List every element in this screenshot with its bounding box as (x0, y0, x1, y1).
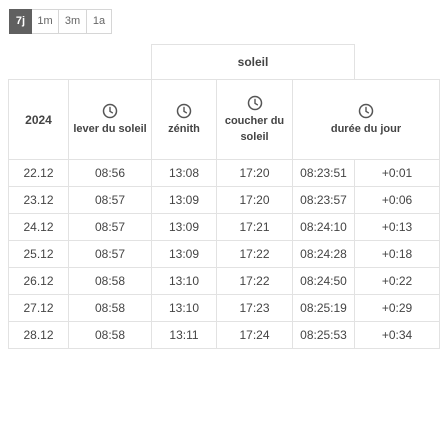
cell-delta: +0:22 (354, 267, 440, 295)
cell-delta: +0:06 (354, 186, 440, 214)
cell-daylength: 08:24:28 (292, 240, 355, 268)
clock-icon (102, 103, 118, 119)
empty-cell (69, 45, 152, 80)
col-header-daylength: durée du jour (292, 79, 440, 160)
table-row: 25.12 08:57 13:09 17:22 08:24:28 +0:18 (8, 240, 440, 268)
cell-delta: +0:34 (354, 321, 440, 349)
table-row: 28.12 08:58 13:11 17:24 08:25:53 +0:34 (8, 321, 440, 349)
table-row: 23.12 08:57 13:09 17:20 08:23:57 +0:06 (8, 186, 440, 214)
cell-zenith: 13:10 (151, 294, 217, 322)
cell-sunset: 17:24 (216, 321, 293, 349)
cell-sunrise: 08:58 (68, 267, 152, 295)
cell-zenith: 13:08 (151, 159, 217, 187)
table-row: 26.12 08:58 13:10 17:22 08:24:50 +0:22 (8, 267, 440, 295)
cell-sunset: 17:22 (216, 267, 293, 295)
table-group-header-row: soleil (9, 44, 440, 80)
table-header-row: 2024 lever du soleil zénith coucher du s… (8, 79, 440, 160)
cell-sunset: 17:20 (216, 159, 293, 187)
cell-sunrise: 08:58 (68, 294, 152, 322)
sun-times-table: soleil 2024 lever du soleil zénith couch… (8, 44, 440, 349)
col-header-sunrise: lever du soleil (68, 79, 152, 160)
cell-zenith: 13:09 (151, 213, 217, 241)
cell-sunrise: 08:57 (68, 186, 152, 214)
cell-daylength: 08:24:50 (292, 267, 355, 295)
cell-delta: +0:13 (354, 213, 440, 241)
table-body: 22.12 08:56 13:08 17:20 08:23:51 +0:01 2… (8, 159, 440, 349)
table-row: 24.12 08:57 13:09 17:21 08:24:10 +0:13 (8, 213, 440, 241)
tab-1m[interactable]: 1m (32, 9, 59, 34)
col-label-sunrise: lever du soleil (73, 122, 147, 135)
col-header-sunset: coucher du soleil (216, 79, 293, 160)
cell-date: 26.12 (8, 267, 69, 295)
cell-zenith: 13:09 (151, 186, 217, 214)
empty-cell (355, 45, 440, 80)
cell-delta: +0:18 (354, 240, 440, 268)
col-header-zenith: zénith (151, 79, 217, 160)
cell-zenith: 13:10 (151, 267, 217, 295)
clock-icon (358, 103, 374, 119)
tab-1a[interactable]: 1a (87, 9, 112, 34)
cell-sunrise: 08:56 (68, 159, 152, 187)
cell-daylength: 08:23:57 (292, 186, 355, 214)
cell-date: 24.12 (8, 213, 69, 241)
year-header: 2024 (8, 79, 69, 160)
cell-sunrise: 08:57 (68, 240, 152, 268)
tab-3m[interactable]: 3m (59, 9, 87, 34)
col-label-zenith: zénith (168, 122, 200, 135)
cell-zenith: 13:09 (151, 240, 217, 268)
clock-icon (247, 95, 263, 111)
table-row: 27.12 08:58 13:10 17:23 08:25:19 +0:29 (8, 294, 440, 322)
cell-sunset: 17:21 (216, 213, 293, 241)
cell-sunrise: 08:57 (68, 213, 152, 241)
cell-date: 28.12 (8, 321, 69, 349)
cell-sunset: 17:20 (216, 186, 293, 214)
cell-daylength: 08:24:10 (292, 213, 355, 241)
cell-daylength: 08:25:53 (292, 321, 355, 349)
col-label-daylength: durée du jour (330, 122, 402, 135)
group-header-soleil: soleil (151, 44, 355, 80)
cell-date: 27.12 (8, 294, 69, 322)
cell-delta: +0:01 (354, 159, 440, 187)
empty-corner (9, 45, 69, 80)
col-label-sunset: coucher du soleil (224, 114, 285, 143)
cell-sunset: 17:23 (216, 294, 293, 322)
cell-zenith: 13:11 (151, 321, 217, 349)
tab-7j[interactable]: 7j (9, 9, 32, 34)
clock-icon (176, 103, 192, 119)
range-tabs: 7j 1m 3m 1a (9, 9, 112, 34)
cell-delta: +0:29 (354, 294, 440, 322)
cell-sunrise: 08:58 (68, 321, 152, 349)
cell-sunset: 17:22 (216, 240, 293, 268)
cell-daylength: 08:23:51 (292, 159, 355, 187)
cell-date: 22.12 (8, 159, 69, 187)
cell-date: 23.12 (8, 186, 69, 214)
table-row: 22.12 08:56 13:08 17:20 08:23:51 +0:01 (8, 159, 440, 187)
cell-date: 25.12 (8, 240, 69, 268)
cell-daylength: 08:25:19 (292, 294, 355, 322)
